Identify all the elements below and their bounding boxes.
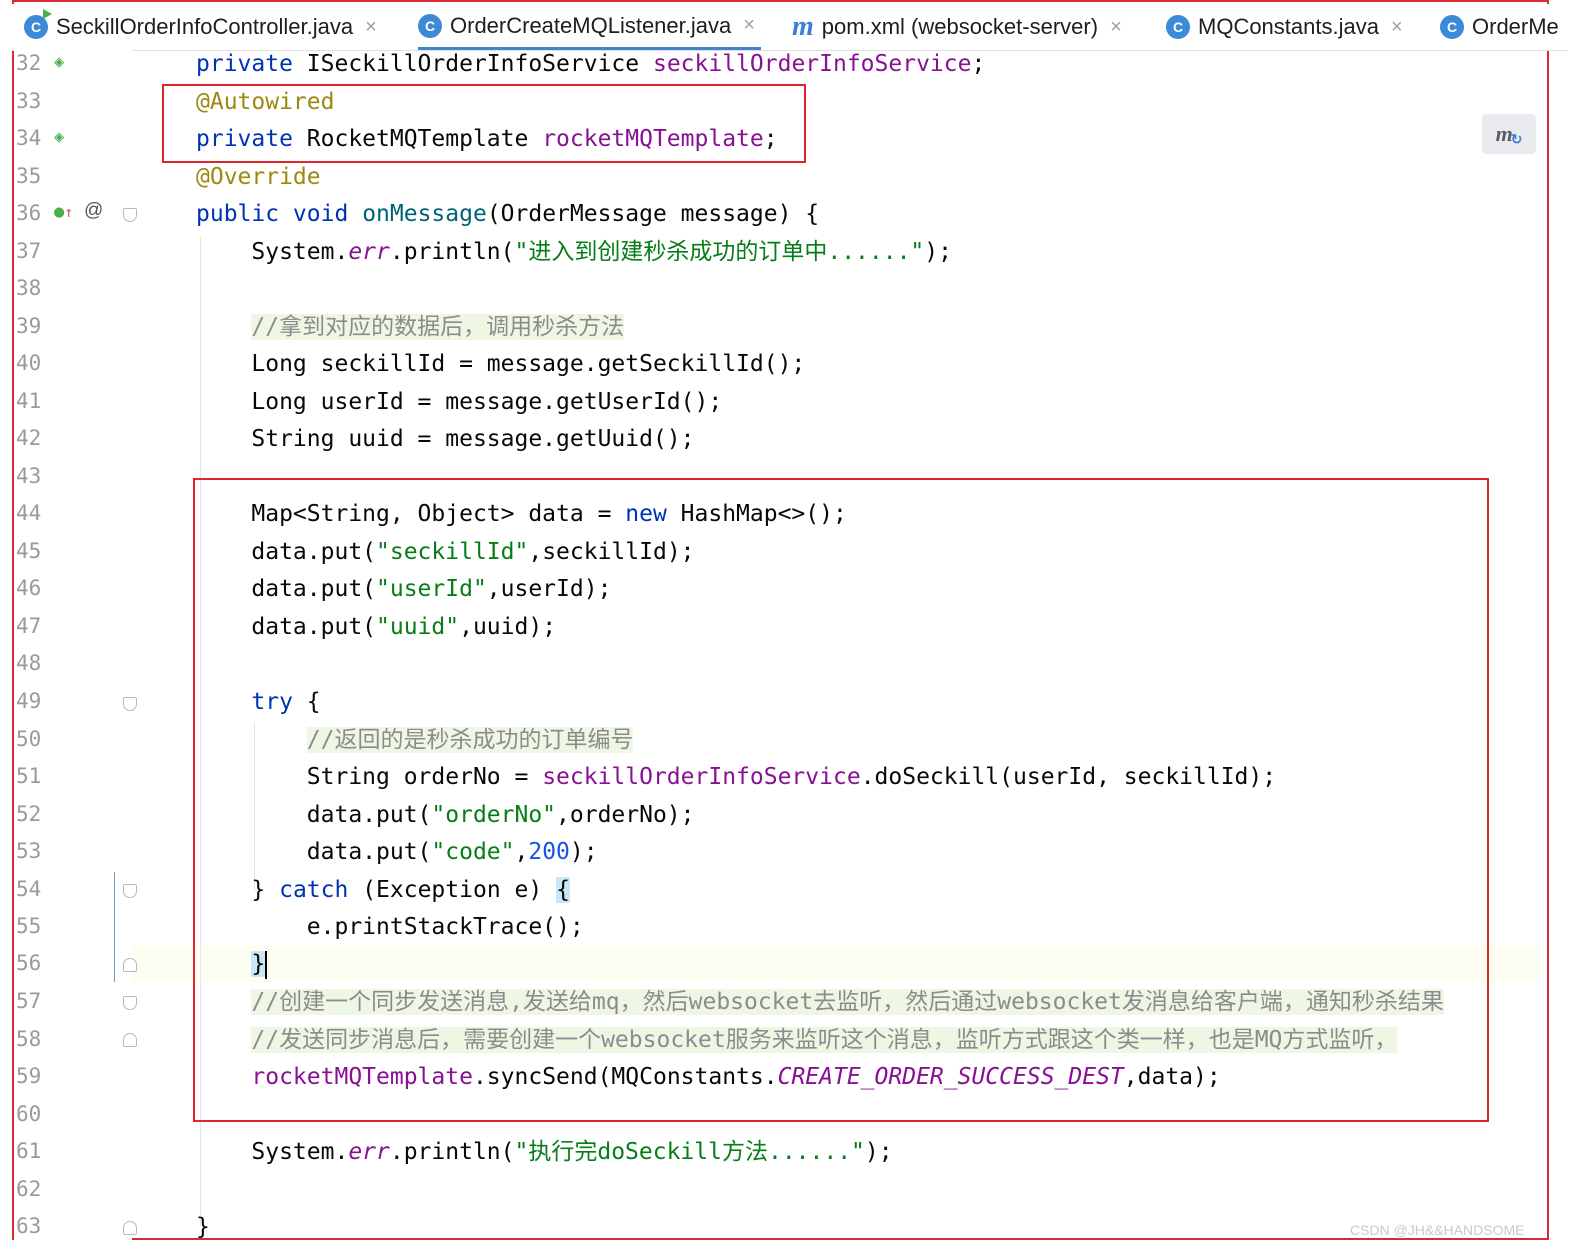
code-line-37[interactable]: System.err.println("进入到创建秒杀成功的订单中......"…	[196, 234, 952, 270]
tab-label: SeckillOrderInfoController.java	[56, 14, 354, 39]
line-number: 63	[16, 1214, 42, 1238]
line-number: 52	[16, 802, 42, 826]
class-icon: C	[418, 13, 442, 38]
tab-label: pom.xml (websocket-server)	[821, 14, 1099, 39]
code-line-41[interactable]: Long userId = message.getUserId();	[196, 384, 722, 420]
tab-order-message[interactable]: C OrderMe	[1440, 4, 1559, 50]
fold-toggle-icon[interactable]	[123, 884, 137, 898]
line-number: 60	[16, 1102, 42, 1126]
line-number: 51	[16, 764, 42, 788]
run-marker-icon	[43, 9, 52, 19]
tab-pom-xml[interactable]: m pom.xml (websocket-server) ×	[792, 4, 1122, 50]
highlight-box-autowired	[162, 84, 806, 163]
line-number: 41	[16, 389, 42, 413]
line-number: 45	[16, 539, 42, 563]
class-icon: C	[1166, 15, 1190, 39]
refresh-icon: ↻	[1510, 132, 1523, 148]
fold-toggle-icon[interactable]	[123, 1221, 137, 1235]
line-number: 38	[16, 276, 42, 300]
line-number: 43	[16, 464, 42, 488]
class-icon: C	[24, 9, 52, 39]
line-number: 46	[16, 576, 42, 600]
spring-bean-icon[interactable]: ◈	[54, 127, 64, 147]
spring-bean-icon[interactable]: ◈	[54, 52, 64, 72]
code-line-63[interactable]: }	[196, 1209, 210, 1245]
line-number: 53	[16, 839, 42, 863]
line-number: 55	[16, 914, 42, 938]
fold-toggle-icon[interactable]	[123, 996, 137, 1010]
line-number: 42	[16, 426, 42, 450]
line-number: 50	[16, 727, 42, 751]
close-icon[interactable]: ×	[1391, 16, 1403, 39]
maven-reload-button[interactable]: m ↻	[1482, 114, 1536, 154]
line-number: 37	[16, 239, 42, 263]
line-number: 57	[16, 989, 42, 1013]
close-icon[interactable]: ×	[1110, 16, 1122, 39]
fold-toggle-icon[interactable]	[123, 958, 137, 972]
tab-label: OrderMe	[1472, 14, 1559, 39]
line-number: 36	[16, 201, 42, 225]
line-number: 47	[16, 614, 42, 638]
tab-label: MQConstants.java	[1198, 14, 1379, 39]
line-number: 54	[16, 877, 42, 901]
code-line-39[interactable]: //拿到对应的数据后，调用秒杀方法	[196, 309, 625, 345]
line-number: 49	[16, 689, 42, 713]
code-line-32[interactable]: private ISeckillOrderInfoService seckill…	[196, 46, 985, 82]
code-line-35[interactable]: @Override	[196, 159, 321, 195]
fold-toggle-icon[interactable]	[123, 1033, 137, 1047]
annotation-marker-icon[interactable]: @	[84, 200, 103, 222]
code-line-61[interactable]: System.err.println("执行完doSeckill方法......…	[196, 1134, 892, 1170]
tab-label: OrderCreateMQListener.java	[450, 12, 732, 38]
line-number: 32	[16, 51, 42, 75]
change-marker	[114, 872, 115, 982]
line-number: 44	[16, 501, 42, 525]
code-line-36[interactable]: public void onMessage(OrderMessage messa…	[196, 196, 819, 232]
line-number: 33	[16, 89, 42, 113]
code-line-42[interactable]: String uuid = message.getUuid();	[196, 421, 694, 457]
line-number: 48	[16, 651, 42, 675]
tab-seckill-order-info-controller[interactable]: C SeckillOrderInfoController.java ×	[24, 4, 377, 50]
line-number: 56	[16, 951, 42, 975]
editor-tab-bar: C SeckillOrderInfoController.java × C Or…	[12, 4, 1568, 51]
line-number: 39	[16, 314, 42, 338]
line-number: 40	[16, 351, 42, 375]
class-icon: C	[1440, 15, 1464, 39]
line-number: 35	[16, 164, 42, 188]
code-line-40[interactable]: Long seckillId = message.getSeckillId();	[196, 346, 805, 382]
fold-toggle-icon[interactable]	[123, 697, 137, 711]
implements-method-icon[interactable]: ●↑	[54, 202, 73, 222]
fold-toggle-icon[interactable]	[123, 208, 137, 222]
close-icon[interactable]: ×	[743, 14, 755, 37]
close-icon[interactable]: ×	[365, 16, 377, 39]
line-number: 61	[16, 1139, 42, 1163]
highlight-box-send-message	[193, 478, 1489, 1122]
line-number: 34	[16, 126, 42, 150]
editor-gutter	[14, 46, 132, 1240]
tab-mq-constants[interactable]: C MQConstants.java ×	[1166, 4, 1403, 50]
line-number: 62	[16, 1177, 42, 1201]
maven-icon: m	[792, 11, 814, 42]
line-number: 58	[16, 1027, 42, 1051]
tab-order-create-mq-listener[interactable]: C OrderCreateMQListener.java ×	[418, 4, 761, 50]
line-number: 59	[16, 1064, 42, 1088]
watermark: CSDN @JH&&HANDSOME	[1350, 1222, 1525, 1238]
